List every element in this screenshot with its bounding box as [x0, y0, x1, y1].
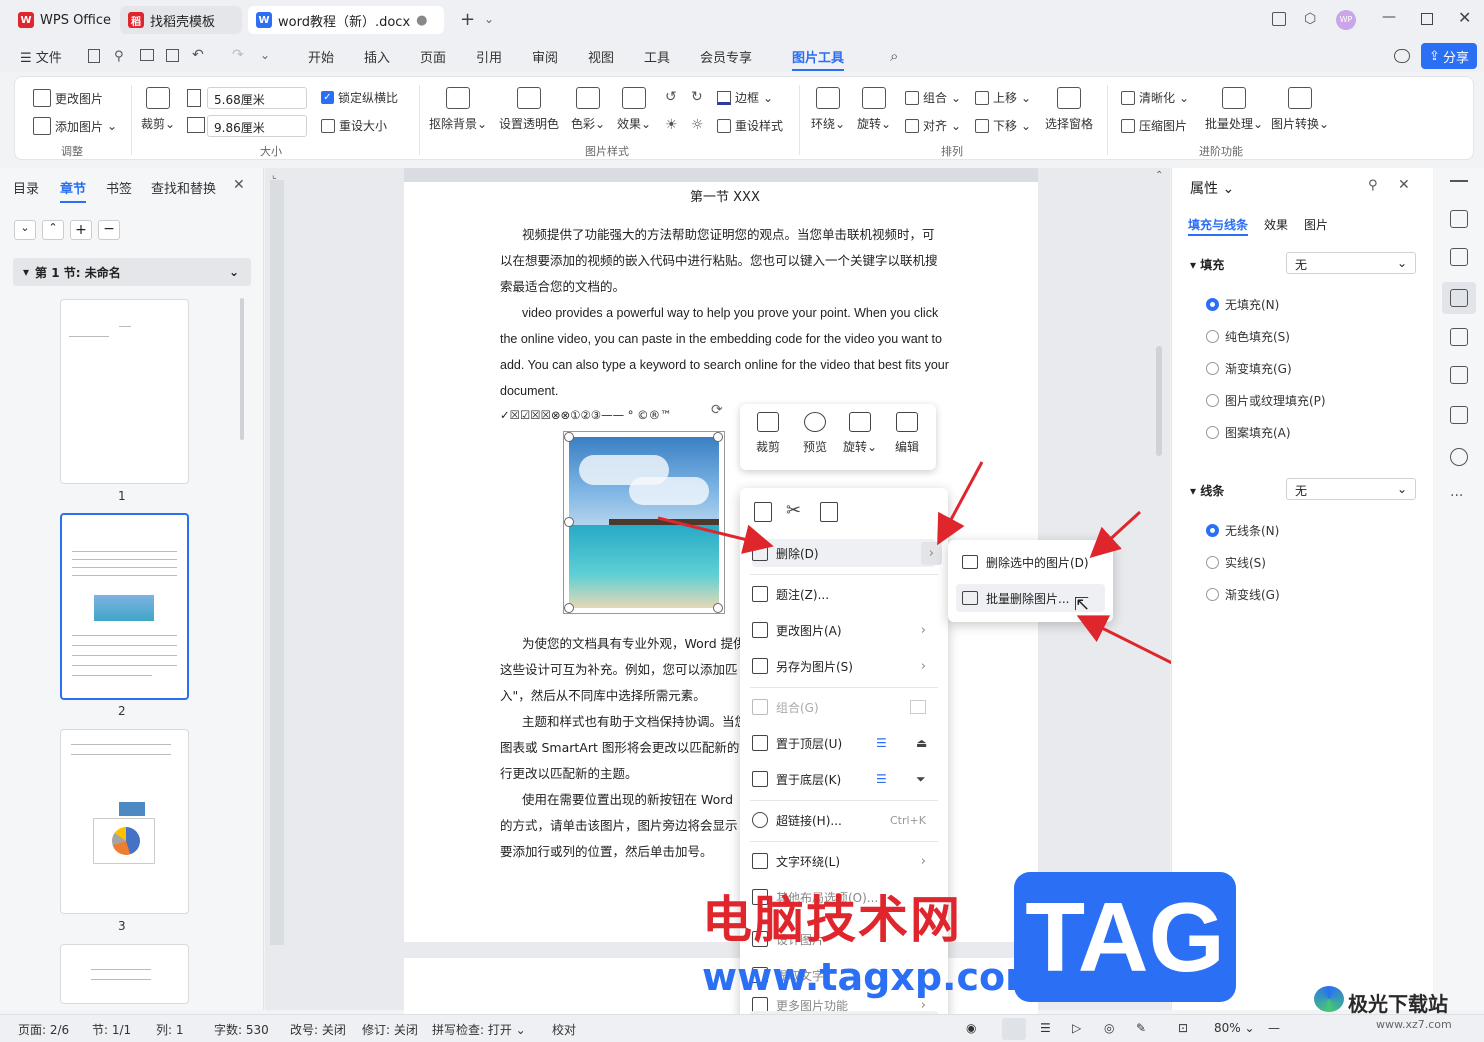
status-column[interactable]: 列: 1: [156, 1021, 184, 1038]
label: 图片或纹理填充(P): [1225, 394, 1326, 408]
tab-effect[interactable]: 效果: [1264, 216, 1288, 233]
play-icon[interactable]: ▷: [1072, 1021, 1081, 1035]
label: 无线条(N): [1225, 524, 1280, 538]
zoom-label: 80%: [1214, 1021, 1241, 1035]
status-proof[interactable]: 校对: [552, 1021, 576, 1038]
zoom-level[interactable]: 80% ⌄: [1214, 1021, 1255, 1035]
sliders-icon[interactable]: [1450, 289, 1468, 307]
tab-indicator: [1188, 234, 1248, 236]
pin-icon[interactable]: ⚲: [1368, 178, 1378, 193]
label: 渐变线(G): [1225, 588, 1280, 602]
label: 无填充(N): [1225, 298, 1280, 312]
eye-icon[interactable]: ◉: [966, 1021, 976, 1035]
dropdown-value: 无: [1295, 258, 1308, 272]
radio-icon: [1206, 426, 1219, 439]
arrow-to-submenu: [937, 461, 984, 546]
close-icon[interactable]: ✕: [1398, 177, 1410, 193]
status-section[interactable]: 节: 1/1: [92, 1021, 131, 1038]
dropdown-value: 无: [1295, 484, 1308, 498]
outline-view-icon[interactable]: ☰: [1040, 1021, 1051, 1035]
arrow-to-delete-selected: [1089, 510, 1142, 559]
chevron-down-icon: ⌄: [1396, 256, 1407, 270]
web-view-icon[interactable]: ◎: [1104, 1021, 1114, 1035]
label: 实线(S): [1225, 556, 1266, 570]
right-toolbar: ···: [1434, 168, 1484, 1010]
radio-no-fill[interactable]: 无填充(N): [1206, 296, 1279, 313]
site-name: 极光下载站: [1348, 992, 1448, 1016]
tag-logo: TAG: [1014, 872, 1236, 1002]
zoom-out-icon[interactable]: —: [1268, 1021, 1280, 1035]
fill-dropdown[interactable]: 无 ⌄: [1286, 252, 1416, 274]
tools-icon[interactable]: [1450, 366, 1468, 384]
radio-solid-line[interactable]: 实线(S): [1206, 554, 1266, 571]
help-icon[interactable]: [1450, 448, 1468, 466]
line-label: 线条: [1200, 484, 1225, 498]
radio-icon: [1206, 394, 1219, 407]
radio-icon: [1206, 330, 1219, 343]
panel-title-label: 属性: [1190, 181, 1218, 197]
radio-icon: [1206, 556, 1219, 569]
radio-pattern-fill[interactable]: 图案填充(A): [1206, 424, 1291, 441]
book-icon[interactable]: [1450, 406, 1468, 424]
radio-icon: [1206, 588, 1219, 601]
watermark-url: www.tagxp.com: [702, 955, 1045, 999]
spell-label: 拼写检查: 打开: [432, 1023, 512, 1037]
arrow-to-batch-delete: [1076, 615, 1183, 670]
tab-fill-line[interactable]: 填充与线条: [1188, 216, 1248, 233]
label: 纯色填充(S): [1225, 330, 1290, 344]
status-spell[interactable]: 拼写检查: 打开 ⌄: [432, 1021, 526, 1038]
radio-checked-icon: [1206, 298, 1219, 311]
status-revise[interactable]: 改号: 关闭: [290, 1021, 346, 1038]
tab-picture[interactable]: 图片: [1304, 216, 1328, 233]
write-icon[interactable]: ✎: [1136, 1021, 1146, 1035]
pen-icon[interactable]: [1450, 210, 1468, 228]
fit-icon[interactable]: ⊡: [1178, 1021, 1188, 1035]
line-dropdown[interactable]: 无 ⌄: [1286, 478, 1416, 500]
label: 图案填充(A): [1225, 426, 1291, 440]
radio-checked-icon: [1206, 524, 1219, 537]
arrow-to-delete: [657, 516, 774, 554]
radio-gradient-fill[interactable]: 渐变填充(G): [1206, 360, 1292, 377]
page-view-icon[interactable]: [1002, 1018, 1026, 1040]
radio-gradient-line[interactable]: 渐变线(G): [1206, 586, 1280, 603]
line-section[interactable]: ▾ 线条: [1190, 482, 1224, 499]
label: 渐变填充(G): [1225, 362, 1292, 376]
status-track[interactable]: 修订: 关闭: [362, 1021, 418, 1038]
status-words[interactable]: 字数: 530: [214, 1021, 269, 1038]
select-icon[interactable]: [1450, 248, 1468, 266]
minus-icon[interactable]: [1450, 180, 1468, 182]
fill-section[interactable]: ▾ 填充: [1190, 256, 1224, 273]
radio-icon: [1206, 362, 1219, 375]
aurora-logo-icon: [1314, 986, 1344, 1012]
picture-edit-icon[interactable]: [1450, 328, 1468, 346]
chevron-down-icon: ⌄: [1396, 482, 1407, 496]
radio-picture-fill[interactable]: 图片或纹理填充(P): [1206, 392, 1326, 409]
more-icon[interactable]: ···: [1450, 488, 1463, 504]
site-url: www.xz7.com: [1376, 1018, 1452, 1031]
status-page[interactable]: 页面: 2/6: [18, 1021, 69, 1038]
watermark-title: 电脑技术网: [702, 891, 962, 949]
radio-no-line[interactable]: 无线条(N): [1206, 522, 1279, 539]
radio-solid-fill[interactable]: 纯色填充(S): [1206, 328, 1290, 345]
panel-title[interactable]: 属性 ⌄: [1190, 178, 1234, 198]
fill-label: 填充: [1200, 258, 1225, 272]
status-bar: 页面: 2/6 节: 1/1 列: 1 字数: 530 改号: 关闭 修订: 关…: [0, 1014, 1484, 1042]
